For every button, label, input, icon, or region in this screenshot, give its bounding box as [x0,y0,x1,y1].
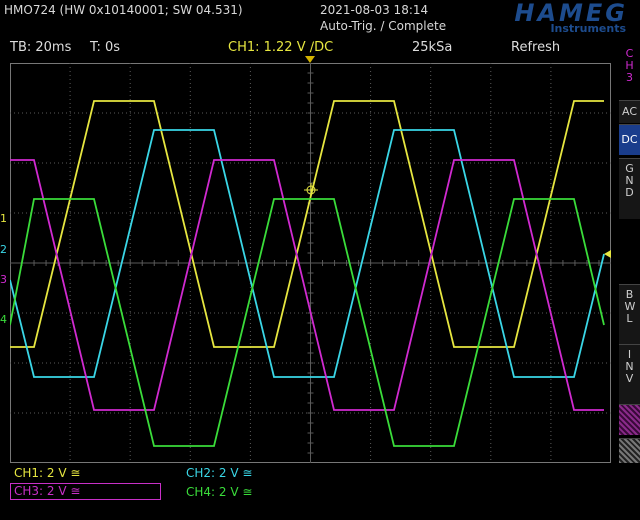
disabled-softkey-1 [619,404,640,435]
channel-softkey-panel: CH3 AC DC GND BWL INV [617,40,640,520]
window-title: HMO724 (HW 0x10140001; SW 04.531) [4,3,243,17]
gnd-button[interactable]: GND [619,158,640,219]
time-offset-readout[interactable]: T: 0s [90,40,120,60]
gnd-button-label: GND [625,162,634,199]
trigger-status: Auto-Trig. / Complete [320,19,447,33]
ch3-offset-marker[interactable]: 3 [0,273,7,286]
ch2-scale-label[interactable]: CH2: 2 V ≅ [186,466,252,480]
disabled-softkey-2 [619,438,640,463]
ch4-offset-marker[interactable]: 4 [0,313,7,326]
inv-button-label: INV [625,348,634,385]
channel-tab-label: CH3 [625,47,634,84]
ch4-scale-label[interactable]: CH4: 2 V ≅ [186,485,252,499]
sample-rate-readout: 25kSa [412,40,453,55]
ch1-setting-readout[interactable]: CH1: 1.22 V ∕DC [228,40,333,60]
bwl-button-label: BWL [624,288,636,325]
channel-tab-ch3: CH3 [619,48,640,92]
datetime-readout: 2021-08-03 18:14 [320,3,429,17]
acquisition-mode-readout[interactable]: Refresh [511,40,560,60]
logo-subtitle: Instruments [550,22,626,35]
waveform-display[interactable] [10,63,611,463]
timebase-readout[interactable]: TB: 20ms [10,40,71,60]
trigger-position-marker-icon [305,56,315,63]
dc-coupling-button[interactable]: DC [619,124,640,155]
ch1-offset-marker[interactable]: 1 [0,212,7,225]
bandwidth-limit-button[interactable]: BWL [619,284,640,345]
ch2-offset-marker[interactable]: 2 [0,243,7,256]
invert-button[interactable]: INV [619,344,640,405]
ch1-scale-label[interactable]: CH1: 2 V ≅ [14,466,80,480]
ac-coupling-button[interactable]: AC [619,100,640,123]
hameg-logo: HAMEG Instruments [452,0,628,35]
ch3-scale-label[interactable]: CH3: 2 V ≅ [10,483,161,500]
